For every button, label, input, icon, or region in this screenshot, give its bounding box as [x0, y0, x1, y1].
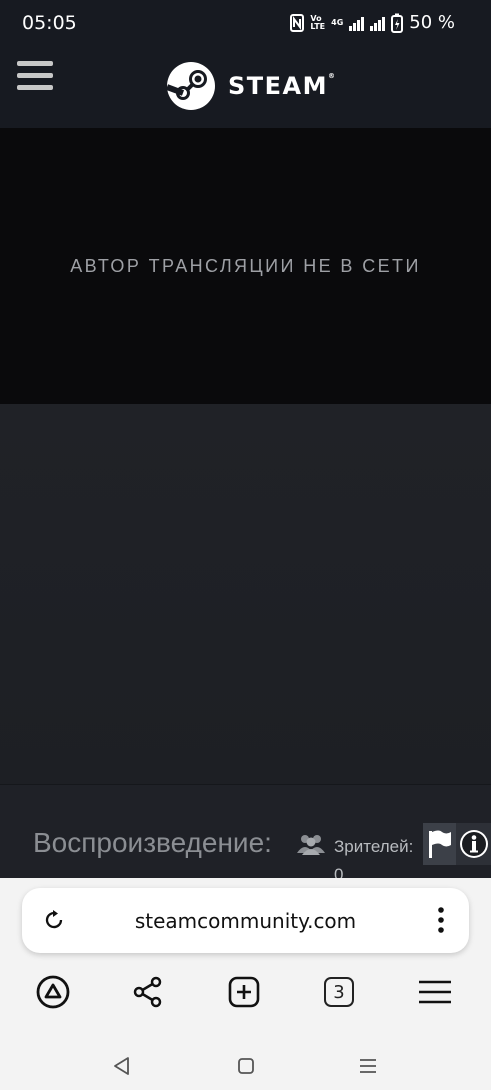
back-icon	[114, 1057, 129, 1075]
info-icon	[459, 830, 488, 858]
more-options-icon[interactable]	[437, 906, 445, 934]
volte-icon: Vo LTE	[310, 13, 326, 31]
recents-icon	[360, 1059, 376, 1073]
playback-bar: Воспроизведение: Зрителей: 0	[0, 784, 491, 884]
browser-toolbar: 3	[0, 968, 491, 1016]
clock: 05:05	[22, 12, 77, 34]
recents-button[interactable]	[348, 1046, 388, 1086]
hamburger-icon[interactable]	[17, 61, 53, 91]
steam-logo-icon	[166, 62, 215, 110]
home-icon	[238, 1058, 254, 1074]
url-text[interactable]: steamcommunity.com	[22, 909, 469, 933]
alice-icon	[36, 975, 70, 1009]
browser-menu-button[interactable]	[411, 968, 459, 1016]
battery-charging-icon	[391, 13, 404, 33]
steam-brand: STEAM®	[228, 72, 337, 100]
status-icons: Vo LTE 4G 50 %	[290, 12, 455, 33]
address-bar[interactable]: steamcommunity.com	[22, 888, 469, 953]
flag-icon	[429, 830, 451, 858]
broadcast-body	[0, 404, 491, 784]
share-button[interactable]	[124, 968, 172, 1016]
signal-icon	[370, 15, 386, 31]
share-icon	[133, 976, 162, 1008]
new-tab-icon	[228, 976, 260, 1008]
tabs-button[interactable]: 3	[315, 968, 363, 1016]
viewers-label: Зрителей:	[334, 837, 414, 856]
home-button[interactable]	[226, 1046, 266, 1086]
offline-message: АВТОР ТРАНСЛЯЦИИ НЕ В СЕТИ	[70, 256, 421, 276]
battery-percent: 50 %	[409, 12, 455, 33]
browser-bottom-bar: steamcommunity.com 3	[0, 878, 491, 1090]
alice-button[interactable]	[29, 968, 77, 1016]
report-button[interactable]	[423, 823, 457, 865]
steam-header: STEAM®	[0, 46, 491, 128]
menu-icon	[419, 980, 451, 1004]
info-button[interactable]	[456, 823, 491, 865]
nfc-icon	[290, 13, 305, 32]
steam-logo[interactable]: STEAM®	[166, 61, 337, 111]
system-nav-bar	[0, 1038, 491, 1090]
tabs-icon: 3	[324, 977, 354, 1007]
viewers-icon	[297, 835, 325, 855]
network-gen-icon: 4G	[331, 17, 344, 27]
status-bar: 05:05 Vo LTE 4G 50 %	[0, 0, 491, 46]
signal-icon	[349, 15, 365, 31]
back-button[interactable]	[102, 1046, 142, 1086]
new-tab-button[interactable]	[220, 968, 268, 1016]
playback-label: Воспроизведение:	[33, 827, 272, 858]
